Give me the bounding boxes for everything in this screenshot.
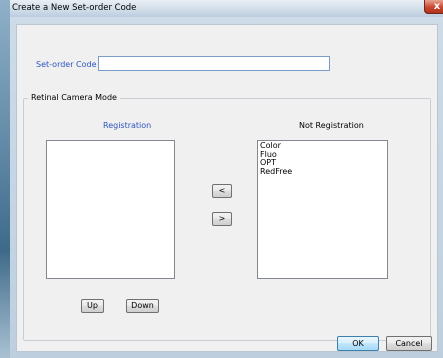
setorder-code-label: Set-order Code	[36, 60, 97, 69]
close-button[interactable]: x	[424, 0, 443, 14]
ok-button[interactable]: OK	[337, 336, 379, 351]
retinal-camera-mode-group: Retinal Camera Mode Registration Not Reg…	[23, 93, 431, 341]
list-item-color[interactable]: Color	[260, 141, 385, 151]
title-bar[interactable]: Create a New Set-order Code x	[10, 0, 443, 17]
list-item-redfree[interactable]: RedFree	[260, 167, 385, 177]
group-title: Retinal Camera Mode	[28, 93, 120, 102]
setorder-code-input[interactable]	[98, 56, 330, 71]
not-registration-list[interactable]: Color Fluo OPT RedFree	[257, 140, 388, 279]
registration-list[interactable]	[46, 140, 175, 279]
not-registration-header: Not Registration	[299, 121, 364, 130]
registration-header: Registration	[103, 121, 152, 130]
list-item-fluo[interactable]: Fluo	[260, 150, 385, 160]
window-title: Create a New Set-order Code	[12, 3, 137, 13]
dialog-window: Create a New Set-order Code x Set-order …	[0, 0, 443, 358]
move-right-button[interactable]: >	[212, 212, 232, 226]
up-button[interactable]: Up	[81, 299, 104, 313]
close-icon: x	[433, 1, 441, 12]
dialog-client-area: Set-order Code Retinal Camera Mode Regis…	[16, 24, 438, 352]
down-button[interactable]: Down	[126, 299, 159, 313]
background-window-edge	[0, 0, 10, 358]
move-left-button[interactable]: <	[212, 184, 232, 198]
cancel-button[interactable]: Cancel	[386, 336, 432, 351]
